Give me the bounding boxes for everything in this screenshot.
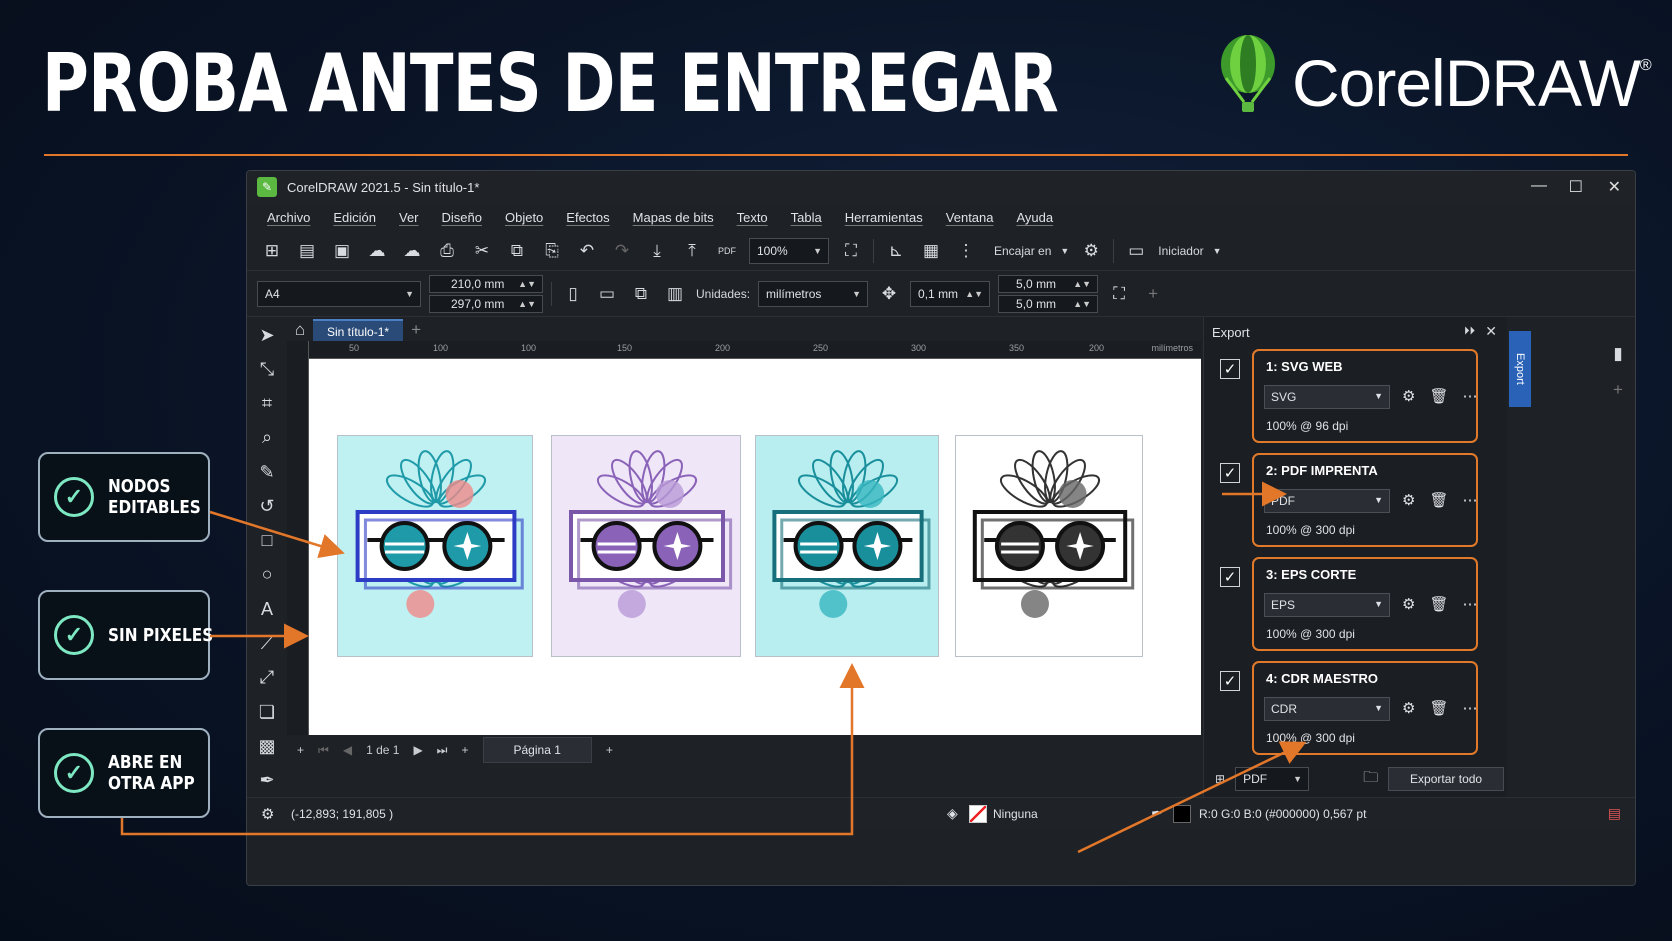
annotation-arrows bbox=[120, 481, 1307, 854]
